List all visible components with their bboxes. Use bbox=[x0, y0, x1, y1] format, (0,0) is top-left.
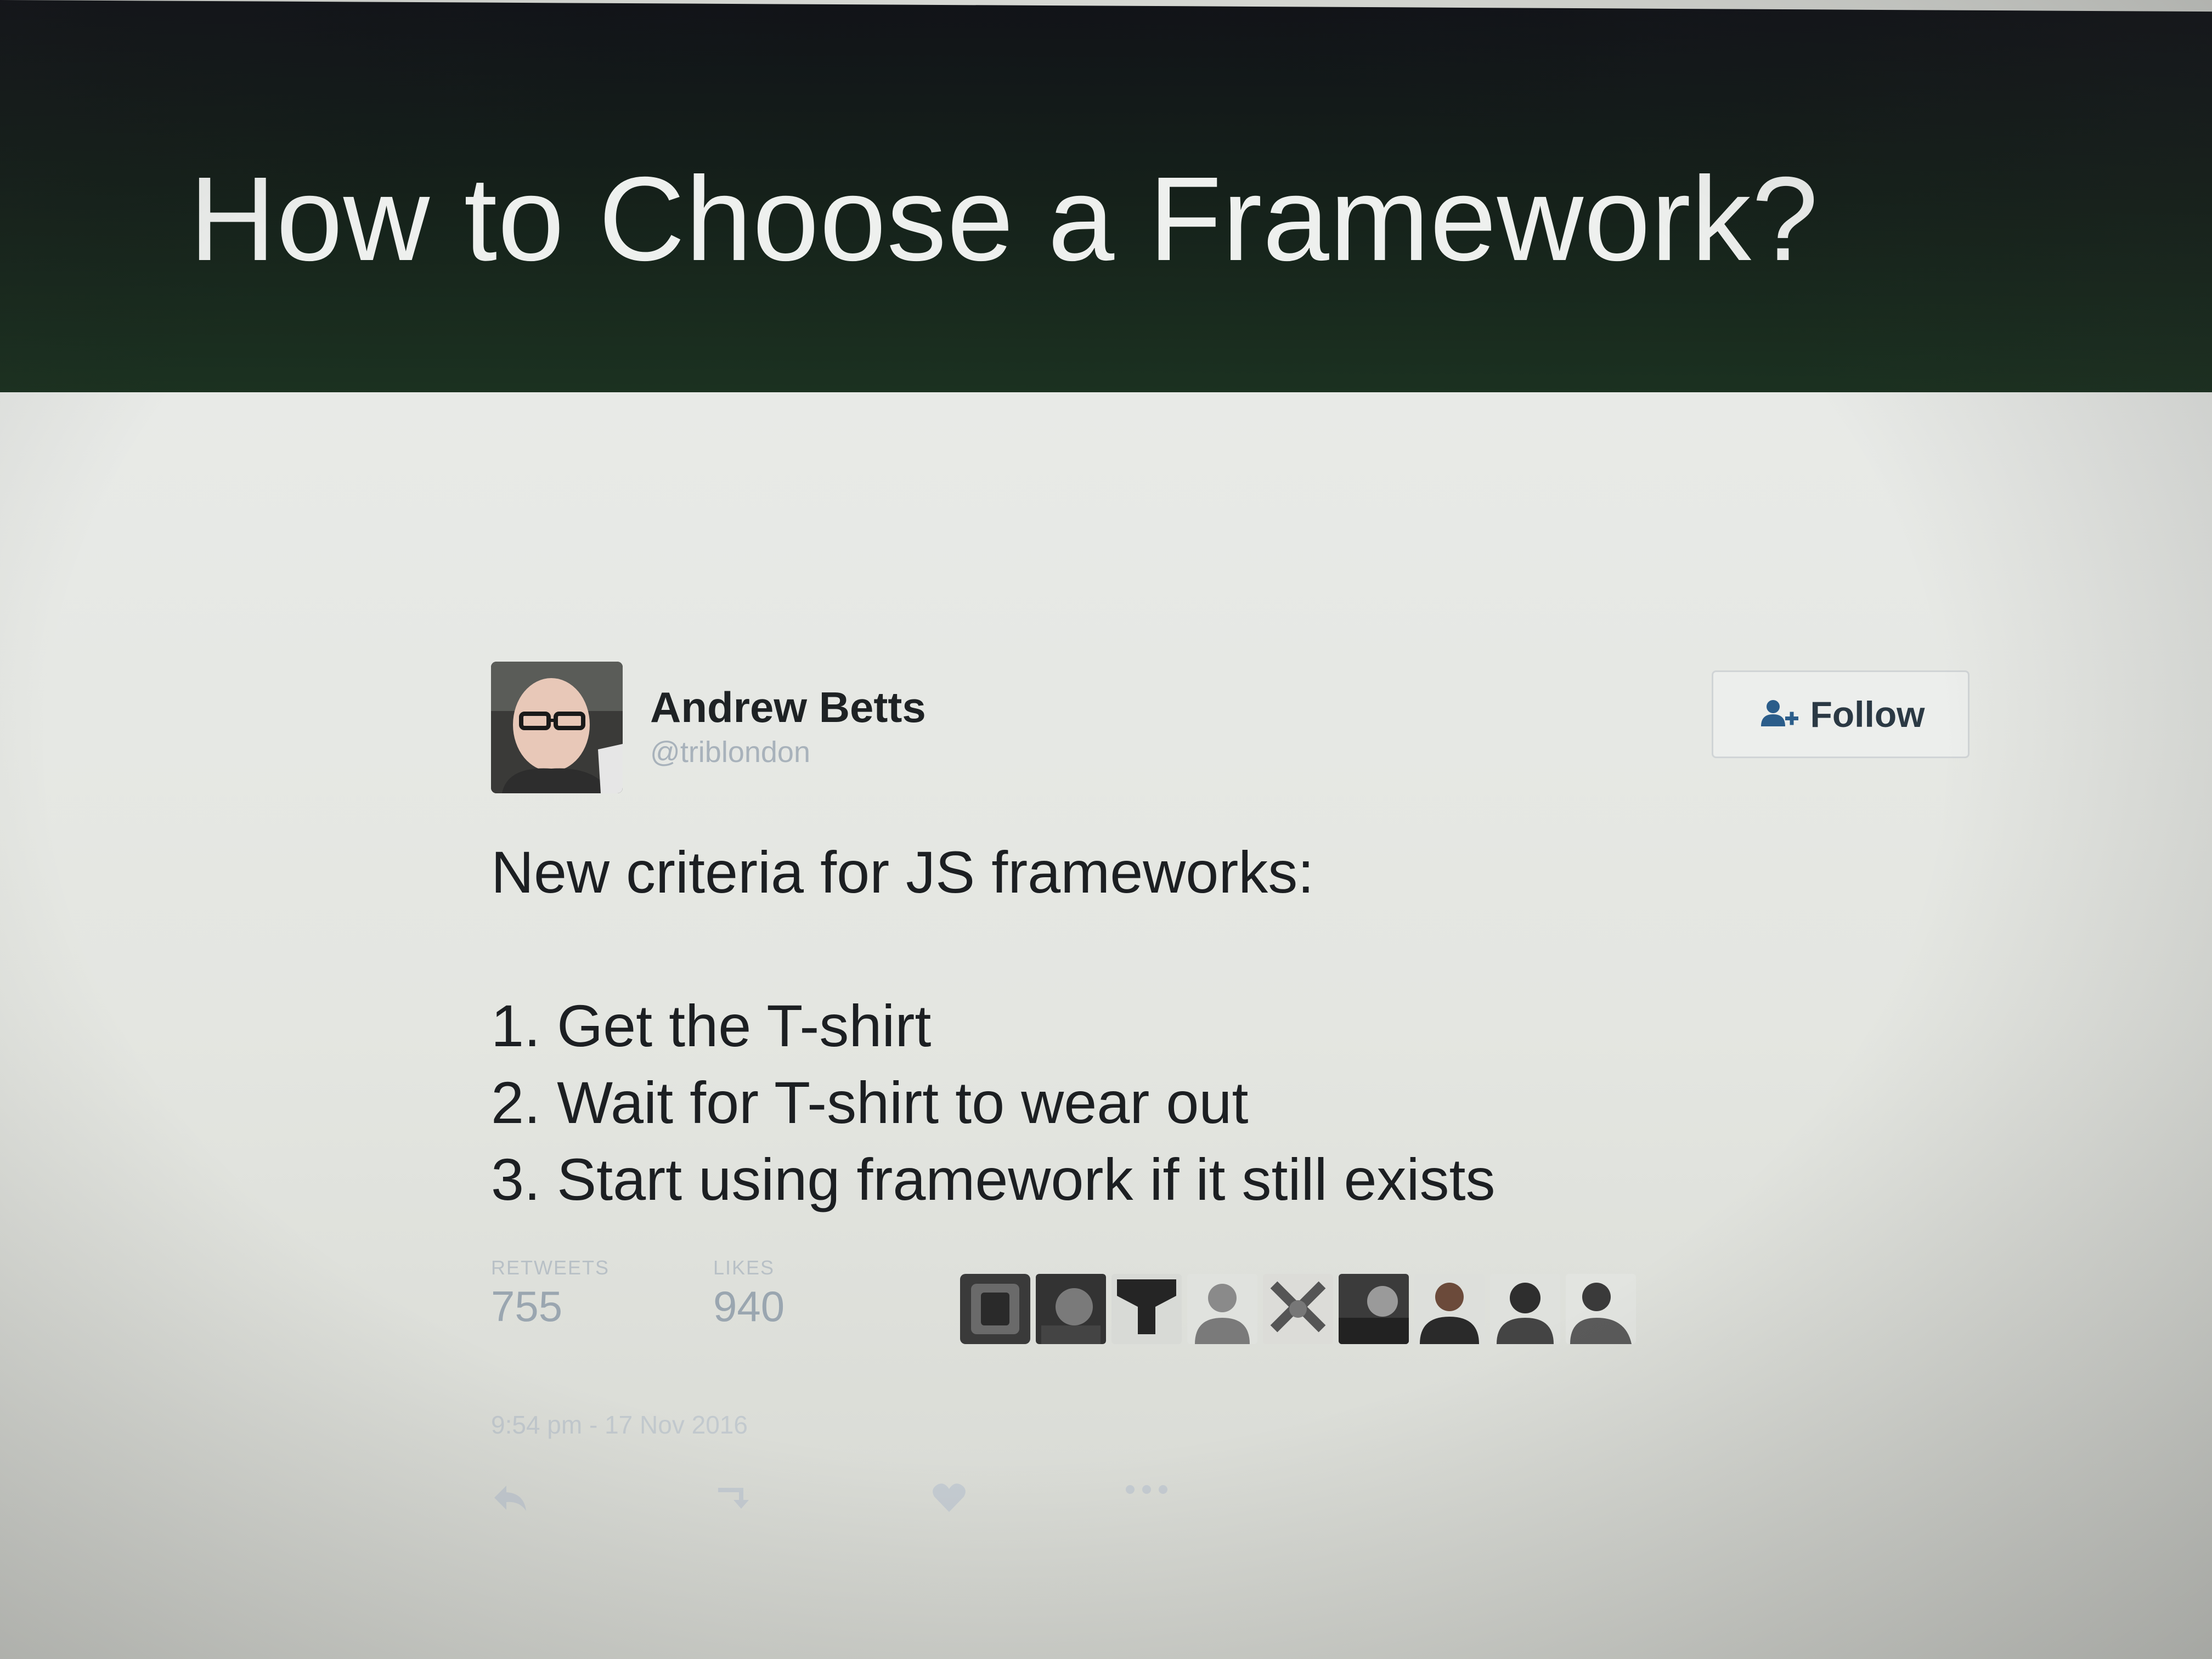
likes-label: LIKES bbox=[713, 1256, 775, 1279]
author-handle[interactable]: @triblondon bbox=[650, 735, 810, 769]
add-user-icon bbox=[1760, 700, 1798, 726]
tweet-line: 3. Start using framework if it still exi… bbox=[491, 1146, 1496, 1212]
like-button[interactable] bbox=[930, 1481, 968, 1514]
tweet-timestamp[interactable]: 9:54 pm - 17 Nov 2016 bbox=[491, 1410, 748, 1440]
more-button[interactable] bbox=[1122, 1481, 1171, 1498]
tweet-line: New criteria for JS frameworks: bbox=[491, 839, 1314, 905]
tweet-line: 1. Get the T-shirt bbox=[491, 992, 932, 1059]
likes-stat[interactable]: LIKES 940 bbox=[713, 1256, 785, 1331]
more-icon bbox=[1126, 1485, 1167, 1494]
follow-button[interactable]: Follow bbox=[1712, 670, 1970, 758]
author-avatar[interactable] bbox=[491, 662, 623, 793]
tweet-actions bbox=[491, 1481, 1259, 1531]
reply-button[interactable] bbox=[491, 1481, 529, 1514]
liker-avatar[interactable] bbox=[1490, 1274, 1560, 1344]
likes-count: 940 bbox=[713, 1282, 785, 1330]
reply-icon bbox=[494, 1486, 526, 1511]
like-icon bbox=[933, 1483, 966, 1512]
liker-avatar[interactable] bbox=[1187, 1274, 1257, 1344]
liker-avatars bbox=[960, 1274, 1636, 1344]
follow-label: Follow bbox=[1810, 694, 1925, 735]
liker-avatar[interactable] bbox=[1566, 1274, 1636, 1344]
retweets-label: RETWEETS bbox=[491, 1256, 610, 1279]
author-avatar-image bbox=[491, 662, 623, 793]
retweet-button[interactable] bbox=[710, 1481, 754, 1514]
liker-avatar[interactable] bbox=[1036, 1274, 1106, 1344]
liker-avatar[interactable] bbox=[960, 1274, 1030, 1344]
retweet-icon bbox=[718, 1488, 749, 1509]
retweets-stat[interactable]: RETWEETS 755 bbox=[491, 1256, 610, 1331]
retweets-count: 755 bbox=[491, 1282, 563, 1330]
liker-avatar[interactable] bbox=[1111, 1274, 1182, 1344]
author-name[interactable]: Andrew Betts bbox=[650, 682, 926, 732]
liker-avatar[interactable] bbox=[1414, 1274, 1485, 1344]
tweet-stats: RETWEETS 755 LIKES 940 bbox=[491, 1256, 1972, 1355]
liker-avatar[interactable] bbox=[1263, 1274, 1333, 1344]
tweet-text: New criteria for JS frameworks: 1. Get t… bbox=[491, 834, 1945, 1218]
liker-avatar[interactable] bbox=[1339, 1274, 1409, 1344]
embedded-tweet: Andrew Betts @triblondon Follow New crit… bbox=[491, 658, 1972, 1564]
slide-title: How to Choose a Framework? bbox=[189, 153, 1819, 286]
tweet-line: 2. Wait for T-shirt to wear out bbox=[491, 1069, 1249, 1136]
